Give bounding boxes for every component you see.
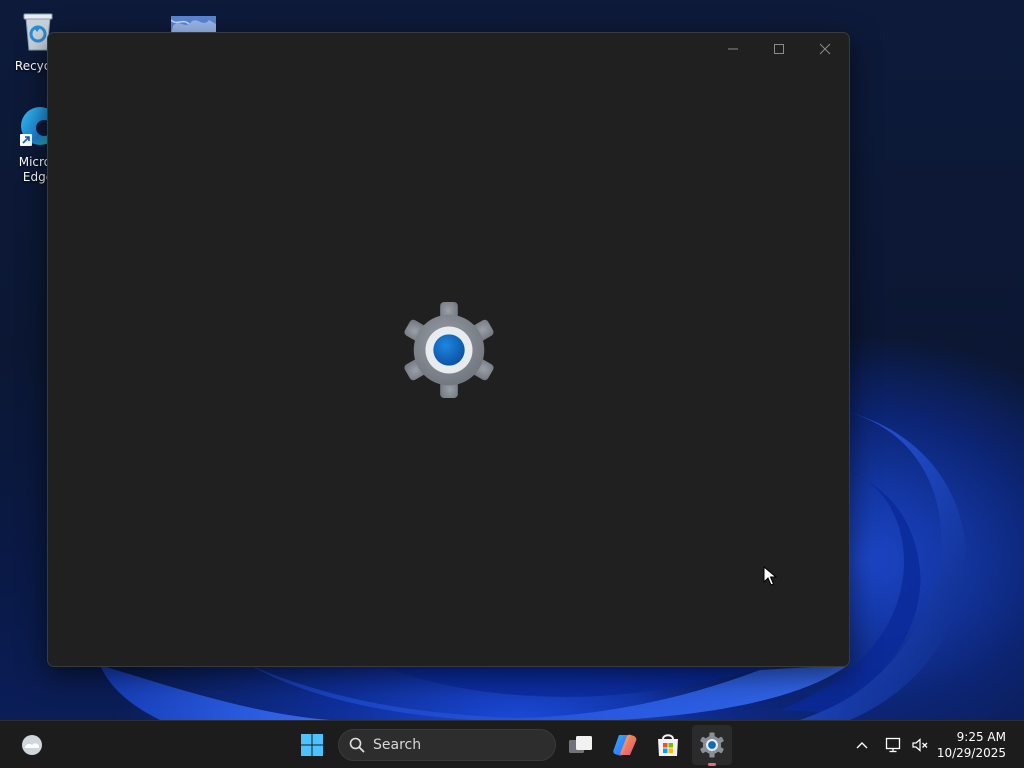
minimize-icon	[728, 48, 738, 50]
settings-gear-icon	[404, 301, 494, 399]
chevron-up-icon	[856, 742, 868, 749]
maximize-button[interactable]	[756, 33, 802, 65]
active-app-indicator	[708, 763, 716, 766]
store-icon	[658, 734, 678, 756]
taskbar-search-box[interactable]: Search	[338, 729, 556, 761]
widgets-button[interactable]	[12, 725, 52, 765]
close-button[interactable]	[802, 33, 848, 65]
task-view-icon	[569, 736, 592, 753]
start-button[interactable]	[292, 725, 332, 765]
desktop: Recycle Micros Edge Search 9:25 AM 10/29…	[0, 0, 1024, 768]
minimize-button[interactable]	[710, 33, 756, 65]
clock-time: 9:25 AM	[956, 730, 1006, 744]
taskbar: Search 9:25 AM 10/29/2025	[0, 720, 1024, 768]
tray-overflow-button[interactable]	[850, 721, 874, 768]
search-icon	[349, 737, 365, 753]
volume-muted-icon	[912, 738, 928, 752]
network-button[interactable]	[882, 721, 906, 768]
close-icon	[819, 43, 831, 55]
settings-taskbar-button[interactable]	[692, 725, 732, 765]
windows-start-icon	[301, 734, 323, 756]
mouse-cursor	[763, 566, 777, 586]
clock-date: 10/29/2025	[936, 746, 1006, 760]
volume-button[interactable]	[908, 721, 932, 768]
search-placeholder: Search	[373, 737, 422, 753]
maximize-icon	[774, 44, 784, 54]
microsoft-store-button[interactable]	[648, 725, 688, 765]
taskbar-clock[interactable]: 9:25 AM 10/29/2025	[937, 729, 1006, 761]
copilot-button[interactable]	[605, 725, 645, 765]
task-view-button[interactable]	[561, 725, 601, 765]
weather-widget-icon	[22, 735, 42, 755]
settings-icon	[700, 732, 724, 758]
network-icon	[885, 737, 901, 753]
copilot-icon	[613, 734, 637, 756]
settings-window[interactable]	[47, 32, 850, 667]
